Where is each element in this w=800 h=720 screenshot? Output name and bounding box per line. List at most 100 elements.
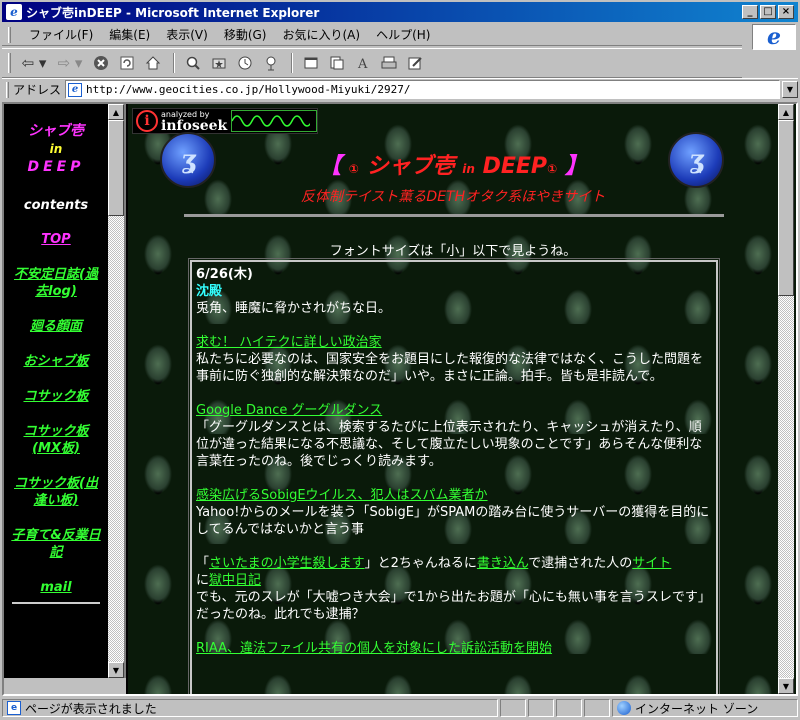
fullscreen-icon[interactable] (299, 52, 323, 74)
status-empty-cell (528, 699, 554, 717)
sidebar-scrollbar[interactable]: ▲ ▼ (108, 104, 124, 678)
zone-cell: インターネット ゾーン (612, 699, 798, 717)
diary-entry-link[interactable]: 感染広げるSobigEウイルス、犯人はスパム業者か (196, 488, 488, 503)
back-button[interactable]: ⇦ ▾ (17, 52, 51, 74)
toolbar-grip[interactable] (8, 53, 11, 73)
main-scrollbar[interactable]: ▲ ▼ (778, 104, 794, 694)
font-size-note: フォントサイズは「小」以下で見ようね。 (329, 244, 577, 259)
page-icon: e (68, 82, 83, 97)
menu-grip[interactable] (8, 26, 11, 43)
stop-icon[interactable] (89, 52, 113, 74)
diary-entry: Google Dance グーグルダンス 「グーグルダンスとは、検索するたびに上… (196, 402, 712, 470)
print-icon[interactable] (377, 52, 401, 74)
infoseek-brand: infoseek (161, 117, 228, 134)
menu-favorites[interactable]: お気に入り(A) (274, 24, 368, 45)
scroll-thumb[interactable] (108, 120, 124, 216)
sidebar-logo-line-3: DEEP (27, 159, 85, 175)
menu-go[interactable]: 移動(G) (216, 24, 275, 45)
status-empty-cell (584, 699, 610, 717)
maximize-button[interactable]: □ (760, 5, 776, 19)
menu-bar: ファイル(F) 編集(E) 表示(V) 移動(G) お気に入り(A) ヘルプ(H… (2, 24, 742, 46)
status-text: ページが表示されました (25, 701, 157, 716)
scroll-up-icon[interactable]: ▲ (778, 104, 794, 120)
ie-app-icon: e (6, 4, 22, 20)
mail-icon[interactable] (325, 52, 349, 74)
sidebar-item-mail[interactable]: mail (4, 579, 108, 596)
diary-entry-text: 私たちに必要なのは、国家安全をお題目にした報復的な法律ではなく、こうした問題を事… (196, 352, 704, 384)
search-icon[interactable] (181, 52, 205, 74)
scroll-down-icon[interactable]: ▼ (778, 678, 794, 694)
forward-button[interactable]: ⇨ ▾ (53, 52, 87, 74)
scroll-down-icon[interactable]: ▼ (108, 662, 124, 678)
sidebar-hscroll-corner (4, 678, 126, 694)
channels-icon[interactable] (259, 52, 283, 74)
history-icon[interactable] (233, 52, 257, 74)
page-done-icon: e (7, 701, 21, 715)
diary-entry-text: Yahoo!からのメールを装う「SobigE」がSPAMの踏み台に使うサーバーの… (196, 505, 710, 537)
diary-box: 6/26(木) 沈殿 兎角、睡魔に脅かされがちな日。 求む！ ハイテクに詳しい政… (188, 258, 720, 694)
sidebar-logo-line-1: シャブ壱 (28, 123, 84, 139)
diary-entry-text: 「グーグルダンスとは、検索するたびに上位表示されたり、キャッシュが消えたり、順位… (196, 420, 703, 469)
menu-view[interactable]: 表示(V) (158, 24, 216, 45)
diary-entry-link[interactable]: RIAA、違法ファイル共有の個人を対象にした訴訟活動を開始 (196, 641, 552, 656)
main-frame: i analyzed by infoseek ʓ ʓ 【 ① シャブ壱 in DE… (128, 104, 796, 694)
diary-day-title: 沈殿 (196, 284, 223, 299)
minimize-button[interactable]: _ (742, 5, 758, 19)
sidebar-item-cossack-meet-board[interactable]: コサック板(出逢い板) (4, 475, 108, 509)
toolbar-separator (291, 53, 293, 73)
sidebar-item-diary-log[interactable]: 不安定日誌(過去log) (4, 266, 108, 300)
diary-entry: 求む！ ハイテクに詳しい政治家 私たちに必要なのは、国家安全をお題目にした報復的… (196, 334, 712, 385)
browser-window: e シャブ壱inDEEP - Microsoft Internet Explor… (0, 0, 800, 720)
address-input[interactable] (86, 83, 779, 96)
diary-date: 6/26(木) (196, 267, 253, 282)
site-subtitle: 反体制テイスト薫るDETHオタク系ほやきサイト (300, 189, 606, 205)
close-button[interactable]: × (778, 5, 794, 19)
site-link[interactable]: サイト (632, 556, 671, 571)
site-banner: i analyzed by infoseek ʓ ʓ 【 ① シャブ壱 in DE… (128, 104, 778, 222)
saitama-post-link[interactable]: さいたまの小学生殺します (209, 556, 365, 571)
infoseek-badge[interactable]: i analyzed by infoseek (132, 108, 318, 134)
status-empty-cell (556, 699, 582, 717)
address-dropdown-button[interactable]: ▼ (782, 81, 798, 98)
posted-link[interactable]: 書き込ん (477, 556, 528, 571)
scroll-up-icon[interactable]: ▲ (108, 104, 124, 120)
wave-graph-icon (231, 110, 317, 132)
diary-entry-mixed: 「さいたまの小学生殺します」と2ちゃんねるに書き込んで逮捕された人のサイト に獄中… (196, 556, 672, 588)
menu-edit[interactable]: 編集(E) (101, 24, 158, 45)
ie-logo-icon: e (752, 24, 796, 50)
address-grip[interactable] (6, 81, 9, 98)
sidebar-item-oshabu-board[interactable]: おシャブ板 (4, 353, 108, 370)
status-bar: e ページが表示されました インターネット ゾーン (2, 698, 798, 718)
sidebar-item-cossack-board[interactable]: コサック板 (4, 388, 108, 405)
menu-file[interactable]: ファイル(F) (21, 24, 101, 45)
window-title: シャブ壱inDEEP - Microsoft Internet Explorer (26, 5, 320, 20)
diary-entry-link[interactable]: Google Dance グーグルダンス (196, 403, 382, 418)
contents-heading: contents (23, 198, 89, 213)
banner-divider (184, 214, 724, 217)
diary-entry-link[interactable]: 求む！ ハイテクに詳しい政治家 (196, 335, 382, 350)
diary-entry: 「さいたまの小学生殺します」と2ちゃんねるに書き込んで逮捕された人のサイト に獄中… (196, 555, 712, 623)
edit-icon[interactable] (403, 52, 427, 74)
toolbar: ⇦ ▾ ⇨ ▾ A (2, 48, 742, 78)
scroll-thumb[interactable] (778, 120, 794, 296)
address-field[interactable]: e (65, 80, 780, 99)
prison-diary-link[interactable]: 獄中日記 (209, 573, 261, 588)
diary-day-text: 兎角、睡魔に脅かされがちな日。 (196, 301, 392, 316)
status-text-cell: e ページが表示されました (2, 699, 498, 717)
sidebar-item-top[interactable]: TOP (4, 231, 108, 248)
menu-help[interactable]: ヘルプ(H) (368, 24, 438, 45)
diary-entry-text: でも、元のスレが「大嘘つき大会」で1から出たお題が「心にも無い事を言うスレです」… (196, 590, 711, 622)
favorites-icon[interactable] (207, 52, 231, 74)
sidebar-item-cossack-mx-board[interactable]: コサック板(MX板) (4, 423, 108, 457)
address-label: アドレス (13, 83, 62, 97)
sidebar-item-parenting-diary[interactable]: 子育て&反業日記 (4, 527, 108, 561)
refresh-icon[interactable] (115, 52, 139, 74)
infoseek-logo-icon: i (136, 110, 158, 132)
site-title: 【 ① シャブ壱 in DEEP① 】 (319, 154, 587, 179)
sidebar-item-spinning-face[interactable]: 廻る顔面 (4, 318, 108, 335)
sidebar-divider (12, 602, 100, 604)
home-icon[interactable] (141, 52, 165, 74)
svg-text:A: A (357, 57, 368, 71)
address-bar: アドレス e ▼ (2, 78, 798, 100)
font-icon[interactable]: A (351, 52, 375, 74)
